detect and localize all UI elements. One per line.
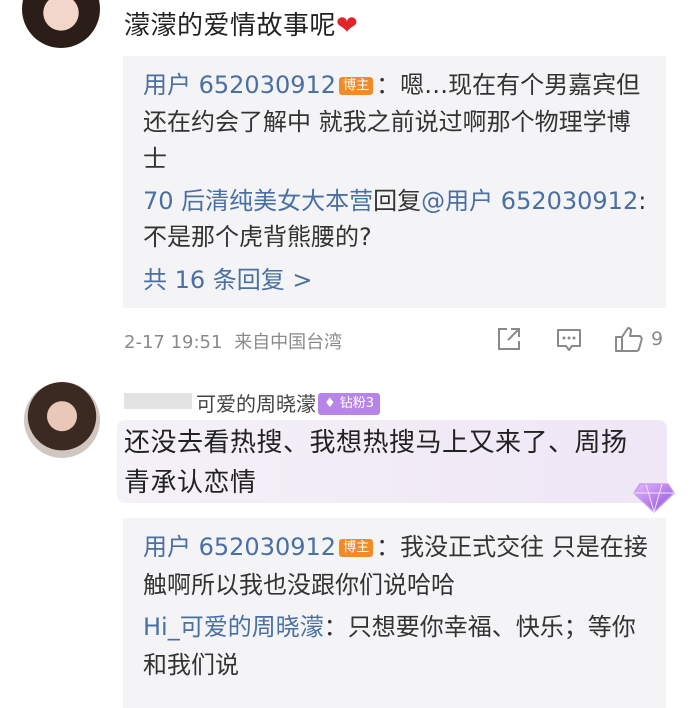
reply-user-link[interactable]: Hi_可爱的周晓濛 bbox=[143, 613, 324, 641]
author-badge: 博主 bbox=[339, 539, 374, 557]
thumbs-up-icon[interactable] bbox=[614, 325, 644, 353]
fan-badge: ♦ 钻粉3 bbox=[318, 393, 381, 415]
comment-body: 濛濛的爱情故事呢 bbox=[124, 11, 337, 41]
avatar[interactable] bbox=[22, 0, 100, 48]
reply-box[interactable]: 用户 652030912 博主 ：嗯…现在有个男嘉宾但还在约会了解中 就我之前说过啊… bbox=[123, 56, 666, 308]
comment-text: 还没去看热搜、我想热搜马上又来了、周扬青承认恋情 bbox=[124, 428, 628, 498]
reply-user-link[interactable]: 70 后清纯美女大本营 bbox=[143, 187, 373, 215]
reply-box[interactable]: 用户 652030912 博主 ：我没正式交往 只是在接触啊所以我也没跟你们说哈哈 … bbox=[123, 518, 666, 708]
avatar[interactable] bbox=[24, 382, 100, 458]
like-count: 9 bbox=[651, 328, 664, 350]
diamond-icon bbox=[633, 483, 675, 514]
reply-user-link[interactable]: 用户 652030912 bbox=[143, 533, 336, 561]
reply-item: 70 后清纯美女大本营回复@用户 652030912:不是那个虎背熊腰的? bbox=[143, 183, 648, 255]
reply-item: Hi_可爱的周晓濛：只想要你幸福、快乐；等你和我们说 bbox=[143, 608, 648, 684]
share-icon[interactable] bbox=[496, 326, 522, 352]
reply-user-link[interactable]: 用户 652030912 bbox=[143, 71, 336, 99]
author-badge: 博主 bbox=[339, 77, 374, 95]
more-replies-link[interactable]: 共 16 条回复 > bbox=[143, 262, 648, 298]
diamond-small-icon: ♦ bbox=[324, 396, 336, 411]
username[interactable]: 可爱的周晓濛 bbox=[196, 388, 316, 417]
reply-word: 回复 bbox=[373, 187, 422, 215]
mention-link[interactable]: @用户 652030912 bbox=[421, 187, 638, 215]
blurred-name-part bbox=[124, 393, 192, 409]
timestamp: 2-17 19:51 bbox=[124, 332, 223, 353]
comment-text: 濛濛的爱情故事呢❤ bbox=[124, 6, 358, 46]
comment-icon[interactable] bbox=[555, 327, 583, 353]
heart-emoji: ❤ bbox=[336, 11, 359, 41]
comment-meta: 2-17 19:51 来自中国台湾 bbox=[124, 328, 342, 354]
location-source: 来自中国台湾 bbox=[234, 332, 343, 353]
fan-badge-label: 钻粉3 bbox=[339, 396, 375, 411]
reply-item: 用户 652030912 博主 ：嗯…现在有个男嘉宾但还在约会了解中 就我之前说过啊… bbox=[143, 67, 648, 178]
reply-item: 用户 652030912 博主 ：我没正式交往 只是在接触啊所以我也没跟你们说哈哈 bbox=[143, 528, 648, 604]
